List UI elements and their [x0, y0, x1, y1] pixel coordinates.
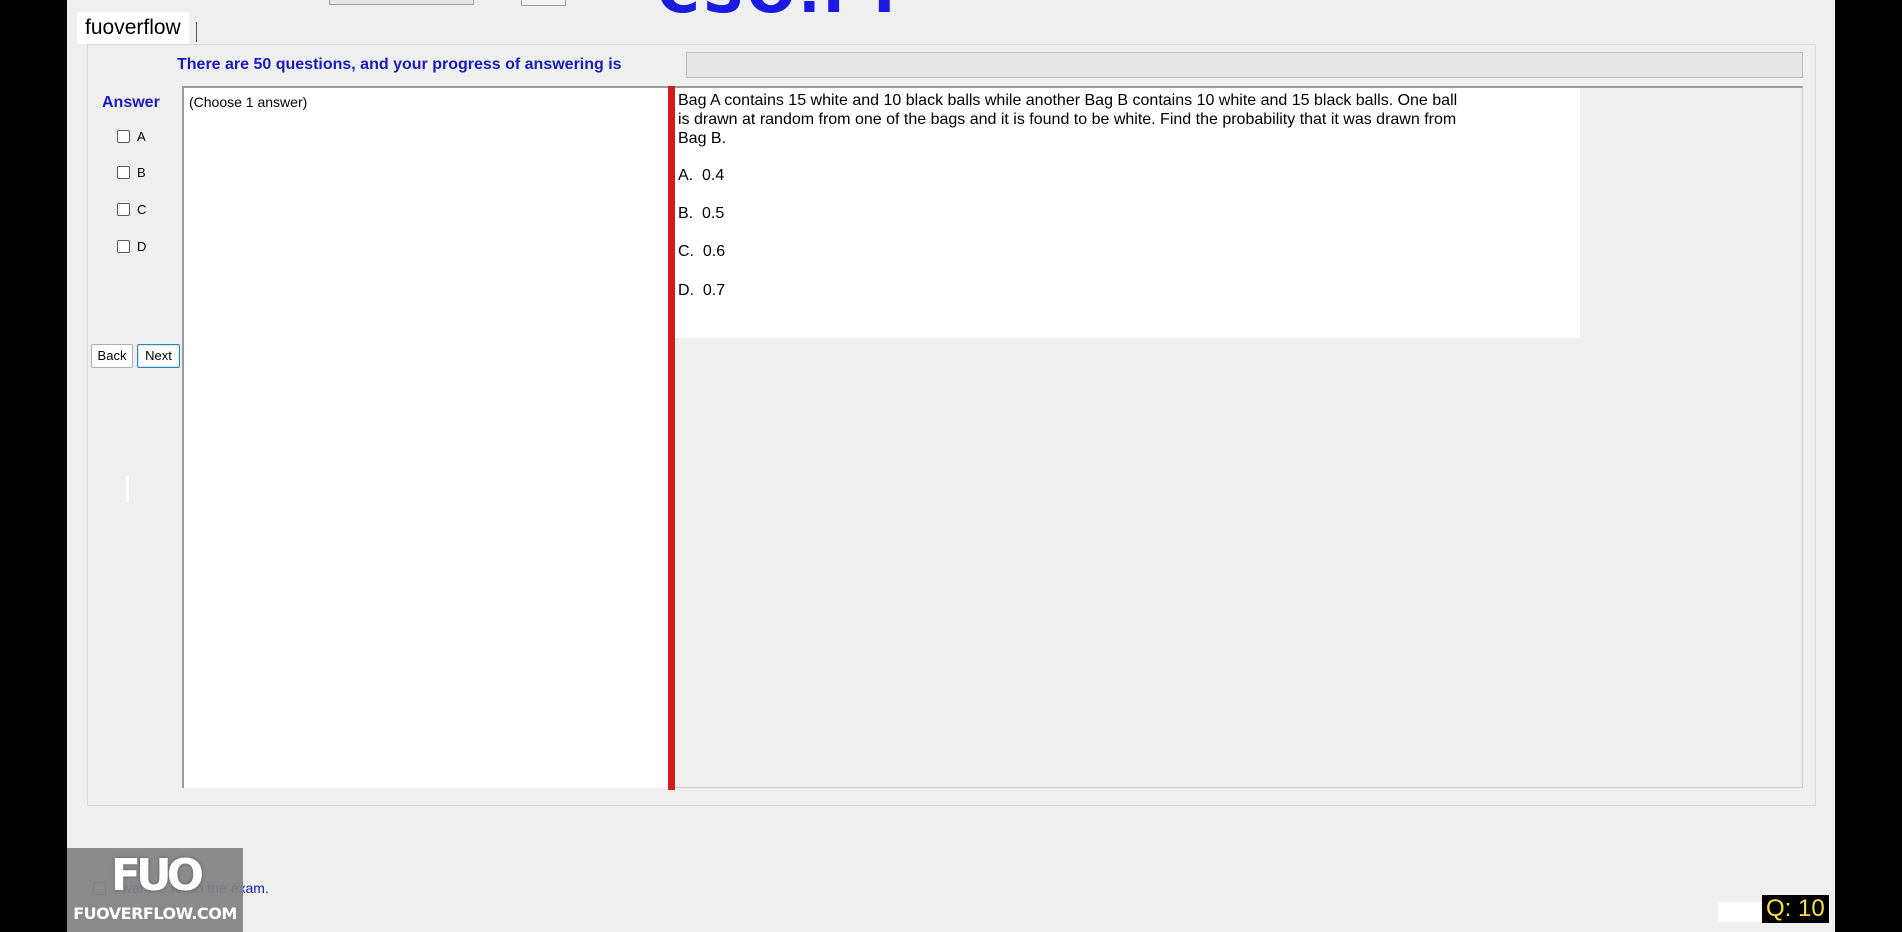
answer-option-a[interactable]: A [117, 126, 146, 146]
question-counter: Q: 10 [1762, 895, 1829, 923]
answer-option-label: B [137, 164, 146, 180]
answer-option-d[interactable]: D [117, 236, 146, 256]
checkbox-d[interactable] [117, 239, 130, 253]
choose-instruction: (Choose 1 answer) [189, 94, 308, 110]
panel-splitter[interactable] [668, 86, 675, 790]
exam-code-heading: CSO:FT [657, 0, 906, 14]
text-caret [196, 22, 197, 42]
question-option-b: B. 0.5 [678, 205, 724, 223]
answer-title: Answer [102, 94, 160, 111]
watermark-logo: FUO FUOVERFLOW.COM [67, 848, 243, 932]
question-option-d: D. 0.7 [678, 282, 725, 300]
top-dropdown-partial[interactable] [329, 0, 474, 5]
answer-option-label: C [137, 201, 147, 217]
answer-option-label: D [137, 238, 147, 254]
question-text: Bag A contains 15 white and 10 black bal… [678, 91, 1518, 148]
option-value: 0.7 [702, 282, 726, 299]
progress-bar [686, 52, 1803, 78]
option-value: 0.4 [702, 167, 725, 184]
checkbox-a[interactable] [117, 129, 130, 143]
option-letter: D. [678, 282, 694, 299]
answer-option-label: A [137, 128, 146, 144]
logo-mark: FUO [110, 850, 204, 901]
exam-window: CSO:FT fuoverflow There are 50 questions… [67, 0, 1835, 932]
logo-site: FUOVERFLOW.COM [73, 904, 237, 923]
top-button-partial[interactable] [521, 0, 566, 6]
option-value: 0.6 [702, 243, 726, 260]
small-indicator [126, 476, 129, 502]
counter-backdrop [1718, 902, 1762, 922]
question-box: Bag A contains 15 white and 10 black bal… [675, 88, 1580, 338]
option-value: 0.5 [702, 205, 725, 222]
brand-label: fuoverflow [77, 12, 189, 44]
checkbox-c[interactable] [117, 202, 130, 216]
answer-option-c[interactable]: C [117, 199, 146, 219]
answer-option-b[interactable]: B [117, 162, 146, 182]
question-line: is drawn at random from one of the bags … [678, 111, 1457, 128]
question-option-c: C. 0.6 [678, 243, 725, 261]
back-button[interactable]: Back [91, 344, 133, 368]
option-letter: B. [678, 205, 694, 222]
option-letter: A. [678, 167, 694, 184]
question-option-a: A. 0.4 [678, 167, 724, 185]
next-button[interactable]: Next [137, 344, 180, 368]
question-line: Bag B. [678, 130, 727, 147]
checkbox-b[interactable] [117, 165, 130, 179]
choose-answer-panel: (Choose 1 answer) [182, 86, 668, 788]
option-letter: C. [678, 243, 694, 260]
question-line: Bag A contains 15 white and 10 black bal… [678, 92, 1458, 109]
progress-text: There are 50 questions, and your progres… [177, 56, 622, 73]
